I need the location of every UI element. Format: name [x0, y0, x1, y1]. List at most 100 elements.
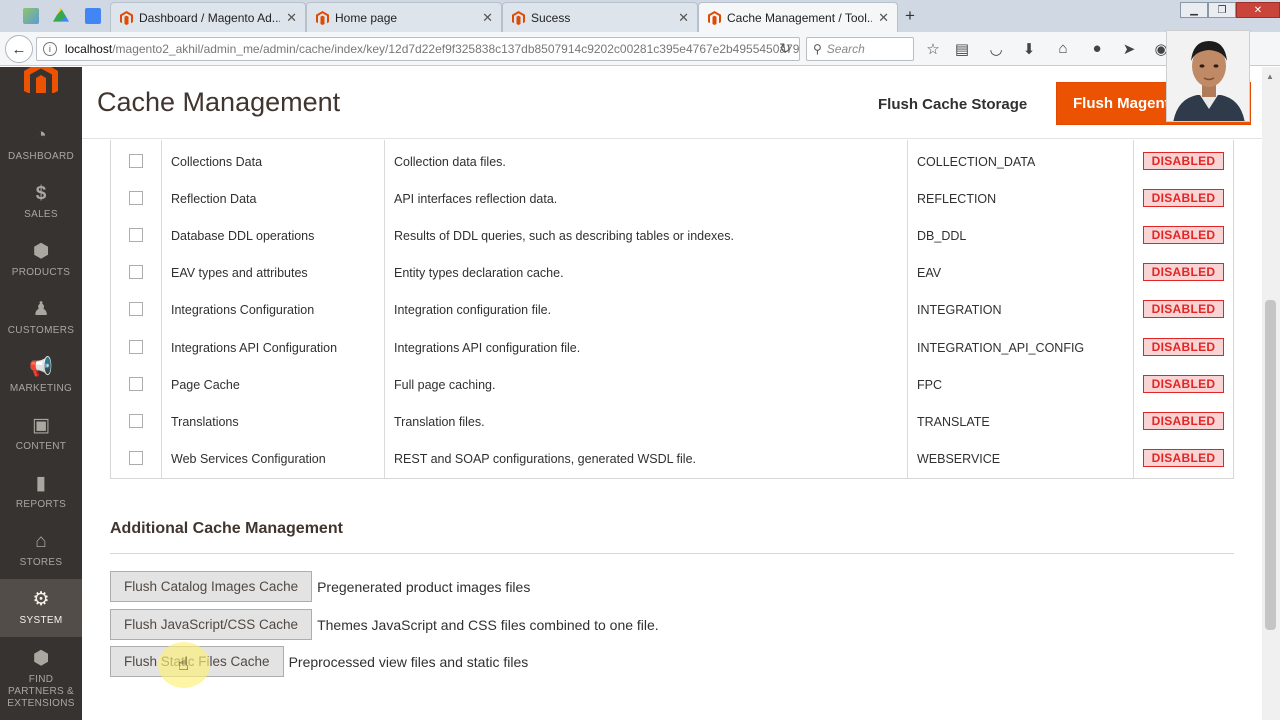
cache-type-description: API interfaces reflection data.: [394, 192, 558, 206]
url-bar[interactable]: i localhost /magento2_akhil/admin_me/adm…: [36, 37, 800, 61]
flush-catalog-images-button[interactable]: Flush Catalog Images Cache: [110, 571, 313, 602]
tab-title: Sucess: [531, 10, 571, 25]
sidebar-item-sales[interactable]: $ SALES: [0, 173, 82, 231]
sidebar-item-stores[interactable]: ⌂ STORES: [0, 521, 82, 579]
table-row: Database DDL operations Results of DDL q…: [111, 216, 1233, 253]
row-checkbox[interactable]: [129, 414, 143, 428]
row-checkbox[interactable]: [129, 377, 143, 391]
cache-types-table: Collections Data Collection data files. …: [110, 140, 1234, 479]
tab-title: Cache Management / Tool...: [727, 10, 873, 25]
tab-dashboard[interactable]: Dashboard / Magento Ad... ✕: [110, 2, 306, 32]
row-checkbox[interactable]: [129, 154, 143, 168]
cache-type-tag: INTEGRATION: [917, 303, 1002, 317]
table-row: Page Cache Full page caching. FPC DISABL…: [111, 365, 1233, 402]
sidebar-item-find-partners[interactable]: ⬢ FIND PARTNERS & EXTENSIONS: [0, 645, 82, 713]
person-icon: ♟: [32, 298, 50, 320]
close-icon[interactable]: ✕: [878, 10, 889, 26]
row-checkbox[interactable]: [129, 228, 143, 242]
row-checkbox[interactable]: [129, 451, 143, 465]
minimize-icon[interactable]: ▁: [1180, 2, 1208, 18]
flush-cache-storage-button[interactable]: Flush Cache Storage: [864, 83, 1041, 125]
cache-type-name: Reflection Data: [171, 192, 257, 206]
table-row: EAV types and attributes Entity types de…: [111, 253, 1233, 290]
browser-tab-bar: Dashboard / Magento Ad... ✕ Home page ✕ …: [0, 0, 1280, 32]
row-checkbox[interactable]: [129, 302, 143, 316]
chat-icon[interactable]: ●: [1087, 40, 1107, 57]
close-icon[interactable]: ✕: [286, 10, 297, 26]
sidebar-item-products[interactable]: ⬢ PRODUCTS: [0, 231, 82, 289]
browser-nav-bar: ← i localhost /magento2_akhil/admin_me/a…: [0, 32, 1280, 66]
cache-type-tag: DB_DDL: [917, 229, 967, 243]
row-checkbox[interactable]: [129, 340, 143, 354]
status-badge: DISABLED: [1143, 412, 1224, 430]
cache-type-name: Web Services Configuration: [171, 452, 326, 466]
flush-js-css-button[interactable]: Flush JavaScript/CSS Cache: [110, 609, 313, 640]
cache-type-name: EAV types and attributes: [171, 266, 308, 280]
pinned-tab-drive[interactable]: [48, 3, 74, 29]
info-icon[interactable]: i: [43, 42, 57, 56]
sidebar-item-customers[interactable]: ♟ CUSTOMERS: [0, 289, 82, 347]
cube-icon: ⬢: [32, 240, 50, 262]
pinned-tab-photos[interactable]: [18, 3, 44, 29]
close-icon[interactable]: ✕: [678, 10, 689, 26]
window-close-icon[interactable]: ✕: [1236, 2, 1280, 18]
download-icon[interactable]: ⬇: [1019, 40, 1039, 58]
cache-type-description: Full page caching.: [394, 378, 496, 392]
status-badge: DISABLED: [1143, 375, 1224, 393]
flush-js-css-row: Flush JavaScript/CSS Cache Themes JavaSc…: [110, 609, 659, 640]
table-row: Web Services Configuration REST and SOAP…: [111, 439, 1233, 476]
close-icon[interactable]: ✕: [482, 10, 493, 26]
sidebar-item-marketing[interactable]: 📢 MARKETING: [0, 347, 82, 405]
tab-home-page[interactable]: Home page ✕: [306, 2, 502, 32]
cache-type-description: Integration configuration file.: [394, 303, 552, 317]
boxes-icon: ⬢: [32, 647, 50, 669]
cache-type-tag: TRANSLATE: [917, 415, 990, 429]
bookmark-star-icon[interactable]: ☆: [923, 40, 943, 58]
pocket-icon[interactable]: ◡: [986, 40, 1006, 58]
tab-title: Home page: [335, 10, 398, 25]
pinned-tab-docs[interactable]: [80, 3, 106, 29]
reading-list-icon[interactable]: ▤: [952, 40, 972, 58]
magento-icon: [315, 10, 329, 25]
cache-type-tag: REFLECTION: [917, 192, 997, 206]
home-icon[interactable]: ⌂: [1053, 40, 1073, 57]
url-host: localhost: [64, 42, 113, 56]
content-icon: ▣: [32, 414, 50, 436]
scrollbar-thumb[interactable]: [1265, 300, 1276, 630]
magento-icon: [119, 10, 133, 25]
scroll-up-arrow-icon[interactable]: ▲: [1266, 72, 1274, 81]
page-title: Cache Management: [97, 87, 341, 117]
status-badge: DISABLED: [1143, 152, 1224, 170]
cache-type-tag: WEBSERVICE: [917, 452, 1001, 466]
flush-description: Themes JavaScript and CSS files combined…: [317, 616, 659, 633]
back-arrow-icon[interactable]: ←: [5, 35, 33, 63]
admin-sidebar: ◔ DASHBOARD $ SALES ⬢ PRODUCTS ♟ CUSTOME…: [0, 67, 82, 720]
row-checkbox[interactable]: [129, 265, 143, 279]
dollar-icon: $: [35, 182, 47, 204]
sidebar-item-system[interactable]: ⚙ SYSTEM: [0, 579, 82, 637]
docs-icon: [85, 8, 101, 24]
send-icon[interactable]: ➤: [1119, 40, 1139, 58]
table-row: Reflection Data API interfaces reflectio…: [111, 179, 1233, 216]
status-badge: DISABLED: [1143, 226, 1224, 244]
new-tab-icon[interactable]: +: [905, 6, 915, 26]
sidebar-item-reports[interactable]: ▮ REPORTS: [0, 463, 82, 521]
tab-sucess[interactable]: Sucess ✕: [502, 2, 698, 32]
search-input[interactable]: ⚲ Search: [806, 37, 914, 61]
sidebar-item-dashboard[interactable]: ◔ DASHBOARD: [0, 115, 82, 173]
status-badge: DISABLED: [1143, 300, 1224, 318]
maximize-icon[interactable]: ❐: [1208, 2, 1236, 18]
table-row: Translations Translation files. TRANSLAT…: [111, 402, 1233, 439]
tab-title: Dashboard / Magento Ad...: [139, 10, 281, 25]
reload-icon[interactable]: ↻: [779, 40, 791, 57]
tab-cache-management[interactable]: Cache Management / Tool... ✕: [698, 2, 898, 32]
sidebar-item-content[interactable]: ▣ CONTENT: [0, 405, 82, 463]
photo-icon: [23, 8, 39, 24]
search-placeholder: Search: [826, 42, 865, 56]
cache-type-description: Entity types declaration cache.: [394, 266, 564, 280]
status-badge: DISABLED: [1143, 189, 1224, 207]
bar-chart-icon: ▮: [35, 472, 47, 494]
megaphone-icon: 📢: [29, 356, 53, 378]
magento-logo[interactable]: [24, 67, 58, 93]
row-checkbox[interactable]: [129, 191, 143, 205]
